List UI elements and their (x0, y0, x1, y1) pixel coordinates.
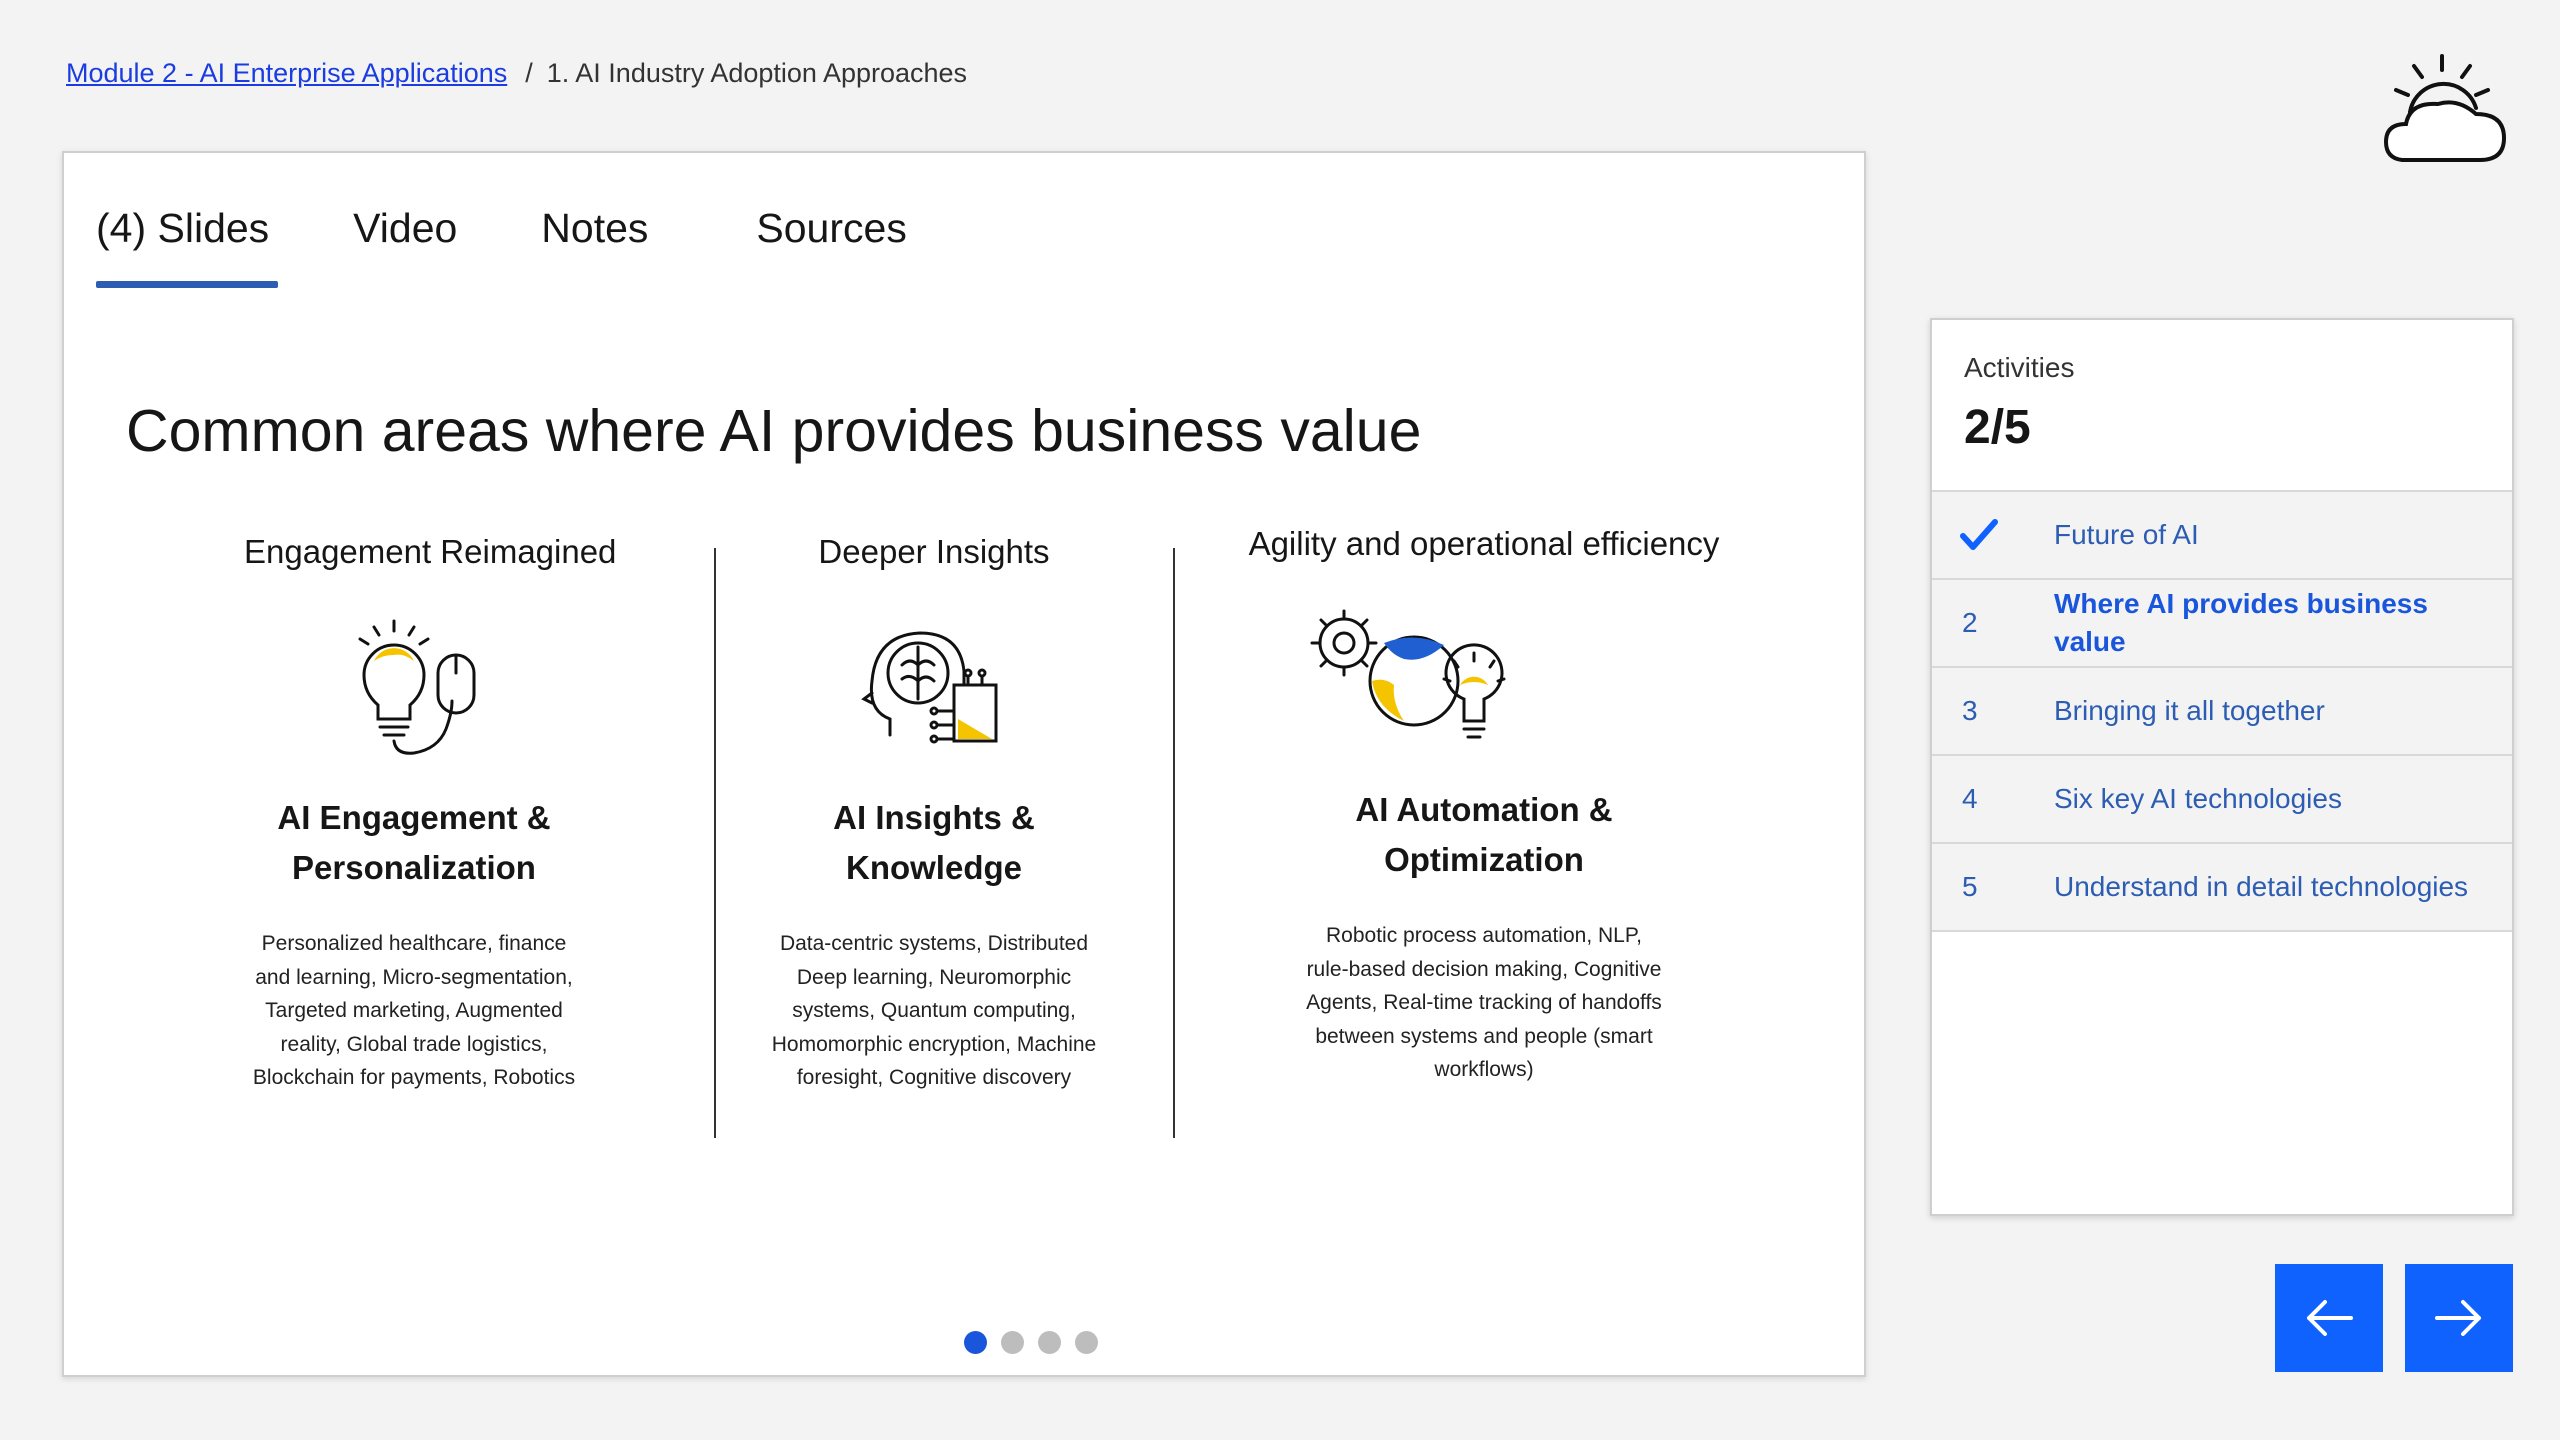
activities-panel: Activities 2/5 Future of AI 2 Where AI p… (1930, 318, 2514, 1216)
column-divider (1173, 548, 1175, 1138)
previous-button[interactable] (2275, 1264, 2383, 1372)
tab-sources[interactable]: Sources (750, 205, 912, 252)
arrow-right-icon (2435, 1300, 2481, 1336)
pagination-dot-2[interactable] (1001, 1331, 1024, 1354)
activity-number: 3 (1962, 695, 1978, 726)
column-description: Robotic process automation, NLP, rule-ba… (1306, 924, 1662, 1081)
activity-label: Future of AI (2054, 519, 2199, 550)
activity-item-six-key-technologies[interactable]: 4 Six key AI technologies (1932, 756, 2512, 844)
activity-item-business-value[interactable]: 2 Where AI provides business value (1932, 580, 2512, 668)
column-description: Data-centric systems, Distributed Deep l… (771, 932, 1097, 1089)
tab-notes[interactable]: Notes (535, 205, 654, 252)
brain-chart-icon (861, 631, 998, 744)
arrow-left-icon (2307, 1300, 2353, 1336)
activity-number: 2 (1962, 607, 1978, 638)
slides-card: (4) Slides Video Notes Sources Common ar… (62, 151, 1866, 1377)
slide-pagination (964, 1331, 1098, 1354)
tab-bar: (4) Slides Video Notes Sources (90, 205, 913, 252)
breadcrumb-current: 1. AI Industry Adoption Approaches (546, 58, 968, 88)
tab-video[interactable]: Video (347, 205, 463, 252)
column-heading: Agility and operational efficiency (1248, 525, 1720, 562)
column-insights: Deeper Insights AI Insights & Knowledge … (764, 533, 1104, 1095)
gear-lightbulb-icon (1310, 609, 1506, 739)
activities-progress: 2/5 (1964, 401, 2031, 454)
activity-label: Where AI provides business value (2054, 588, 2428, 657)
pagination-dot-1[interactable] (964, 1331, 987, 1354)
column-automation: Agility and operational efficiency AI Au… (1204, 525, 1764, 1087)
pagination-dot-4[interactable] (1075, 1331, 1098, 1354)
lightbulb-mouse-icon (358, 619, 476, 755)
activity-label: Bringing it all together (2054, 695, 2325, 726)
column-divider (714, 548, 716, 1138)
column-title: AI Automation & Optimization (1355, 791, 1613, 878)
pagination-dot-3[interactable] (1038, 1331, 1061, 1354)
activity-item-future-of-ai[interactable]: Future of AI (1932, 492, 2512, 580)
sun-cloud-logo (2383, 54, 2507, 162)
checkmark-icon (1960, 519, 1998, 550)
next-button[interactable] (2405, 1264, 2513, 1372)
activities-header: Activities 2/5 (1932, 320, 2512, 492)
activity-item-understand-technologies[interactable]: 5 Understand in detail technologies (1932, 844, 2512, 932)
breadcrumb-parent-link[interactable]: Module 2 - AI Enterprise Applications (66, 58, 507, 89)
slide-title: Common areas where AI provides business … (126, 398, 1422, 464)
activity-label: Six key AI technologies (2054, 783, 2342, 814)
breadcrumb: Module 2 - AI Enterprise Applications / … (66, 58, 967, 89)
breadcrumb-separator: / (525, 58, 533, 88)
column-title: AI Engagement & Personalization (277, 799, 551, 886)
activities-label: Activities (1964, 352, 2075, 383)
column-title: AI Insights & Knowledge (833, 799, 1035, 886)
activity-number: 5 (1962, 871, 1978, 902)
activity-item-bringing-together[interactable]: 3 Bringing it all together (1932, 668, 2512, 756)
column-heading: Deeper Insights (818, 533, 1050, 570)
column-description: Personalized healthcare, finance and lea… (252, 932, 576, 1089)
tab-slides[interactable]: (4) Slides (90, 205, 275, 252)
column-heading: Engagement Reimagined (244, 533, 617, 570)
column-engagement: Engagement Reimagined AI Engagement & Pe… (244, 533, 617, 1095)
activity-label: Understand in detail technologies (2054, 871, 2469, 902)
active-tab-indicator (96, 281, 278, 288)
activity-number: 4 (1962, 783, 1978, 814)
